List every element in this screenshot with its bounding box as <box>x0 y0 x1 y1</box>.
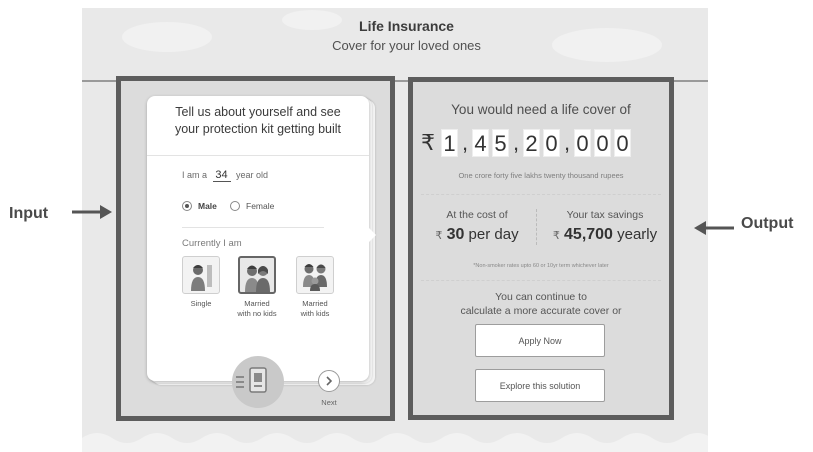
arrow-left-icon <box>694 221 734 235</box>
status-option-label: Single <box>171 299 231 309</box>
amount-digit: 0 <box>614 129 631 157</box>
status-option-single[interactable] <box>182 256 220 294</box>
age-input[interactable]: 34 <box>212 169 231 182</box>
amount-digit: 4 <box>472 129 489 157</box>
radio-dot <box>230 201 240 211</box>
cost-label: At the cost of <box>446 209 508 221</box>
heading-line: your protection kit getting built <box>174 122 342 136</box>
amount-digit: 0 <box>574 129 591 157</box>
cost-symbol: ₹ <box>435 230 443 242</box>
continue-text: You can continue to calculate a more acc… <box>413 290 669 318</box>
rate-footnote: *Non-smoker rates upto 60 or 10yr term w… <box>473 263 609 269</box>
radio-dot <box>182 201 192 211</box>
amount-digit: 2 <box>523 129 540 157</box>
label-line: with kids <box>300 309 330 318</box>
tax-value: ₹ 45,700 yearly <box>544 226 666 244</box>
card-divider <box>147 155 369 156</box>
tax-label: Your tax savings <box>566 209 644 221</box>
amount-digit: 0 <box>594 129 611 157</box>
output-annotation-label: Output <box>741 215 794 232</box>
label-line: Married <box>302 299 328 308</box>
page-subtitle: Cover for your loved ones <box>332 38 481 53</box>
status-option-married-with-kids[interactable] <box>296 256 334 294</box>
input-card-heading: Tell us about yourself and see your prot… <box>147 104 369 138</box>
document-icon <box>236 367 267 393</box>
cost-amount: 30 <box>446 226 465 243</box>
rupee-symbol: ₹ <box>421 130 435 155</box>
family-icon <box>303 264 327 291</box>
gender-radio-female[interactable]: Female <box>230 201 274 211</box>
apply-now-button[interactable]: Apply Now <box>475 324 605 357</box>
input-annotation-label: Input <box>9 205 49 222</box>
column-separator <box>536 209 537 245</box>
protection-kit-bubble <box>232 356 284 408</box>
status-option-married-no-kids[interactable] <box>238 256 276 294</box>
label-line: Married <box>244 299 270 308</box>
label-line: Single <box>190 299 212 308</box>
age-suffix: year old <box>236 170 269 180</box>
status-option-label: Married with kids <box>285 299 345 319</box>
cost-value: ₹ 30 per day <box>425 226 529 244</box>
cover-amount: ₹ 1,45,20,000 <box>418 128 631 158</box>
tax-symbol: ₹ <box>552 230 560 242</box>
section-divider <box>182 227 324 228</box>
next-label: Next <box>321 398 337 407</box>
heading-line: Tell us about yourself and see <box>175 105 341 119</box>
amount-comma: , <box>563 130 571 155</box>
cost-unit: per day <box>468 226 519 243</box>
label-line: with no kids <box>237 309 277 318</box>
cover-amount-words: One crore forty five lakhs twenty thousa… <box>458 171 624 180</box>
amount-digit: 1 <box>441 129 458 157</box>
input-card <box>147 96 369 381</box>
page-title: Life Insurance <box>359 18 454 34</box>
amount-digit: 5 <box>492 129 509 157</box>
arrow-right-icon <box>72 205 112 219</box>
status-heading: Currently I am <box>182 238 242 249</box>
amount-comma: , <box>512 130 520 155</box>
couple-icon <box>245 265 270 292</box>
amount-digit: 0 <box>543 129 560 157</box>
chevron-right-icon <box>326 376 333 386</box>
amount-comma: , <box>461 130 469 155</box>
gender-radio-male[interactable]: Male <box>182 201 217 211</box>
tax-amount: 45,700 <box>564 226 613 243</box>
radio-label: Female <box>246 201 275 211</box>
card-pointer <box>366 225 376 245</box>
radio-label: Male <box>198 201 217 211</box>
continue-line: calculate a more accurate cover or <box>460 305 622 317</box>
dashed-divider <box>421 280 661 281</box>
explore-solution-button[interactable]: Explore this solution <box>475 369 605 402</box>
cover-title: You would need a life cover of <box>451 102 631 117</box>
tax-unit: yearly <box>617 226 658 243</box>
screenshot-root: Life Insurance Cover for your loved ones… <box>0 0 813 452</box>
dashed-divider <box>421 194 661 195</box>
age-prefix: I am a <box>182 170 208 180</box>
age-row: I am a 34 year old <box>182 169 268 182</box>
status-option-label: Married with no kids <box>227 299 287 319</box>
bottom-wave-decoration <box>82 433 708 452</box>
continue-line: You can continue to <box>495 291 587 303</box>
next-button[interactable] <box>318 370 340 392</box>
single-person-icon <box>191 265 212 291</box>
